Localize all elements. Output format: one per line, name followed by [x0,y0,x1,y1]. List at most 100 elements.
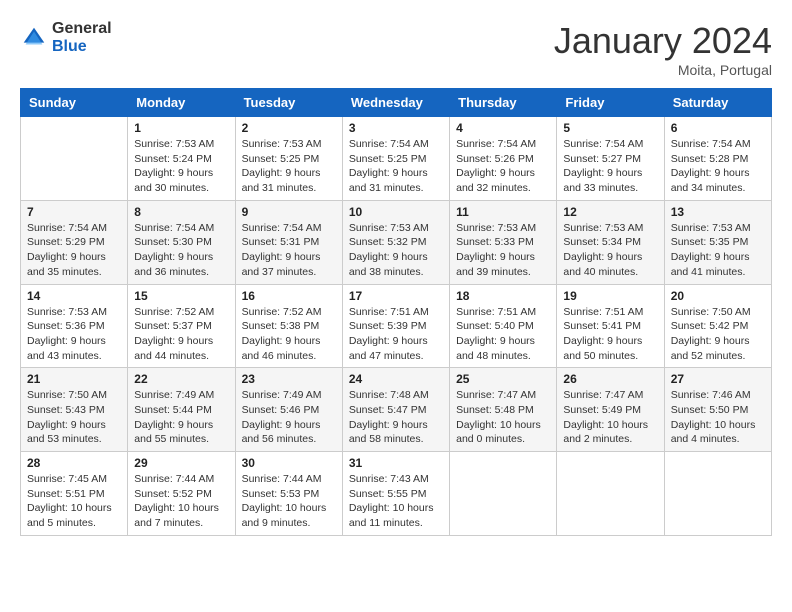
column-header-sunday: Sunday [21,89,128,117]
day-number: 31 [349,456,443,470]
day-number: 25 [456,372,550,386]
day-number: 24 [349,372,443,386]
day-number: 3 [349,121,443,135]
day-number: 22 [134,372,228,386]
day-number: 16 [242,289,336,303]
day-info: Sunrise: 7:48 AMSunset: 5:47 PMDaylight:… [349,388,443,447]
calendar-week-row: 28 Sunrise: 7:45 AMSunset: 5:51 PMDayligh… [21,452,772,536]
calendar-cell: 29Sunrise: 7:44 AMSunset: 5:52 PMDayligh… [128,452,235,536]
calendar-cell: 9 Sunrise: 7:54 AMSunset: 5:31 PMDaylight… [235,200,342,284]
day-info: Sunrise: 7:47 AMSunset: 5:49 PMDaylight:… [563,388,657,447]
calendar-cell: 24 Sunrise: 7:48 AMSunset: 5:47 PMDayligh… [342,368,449,452]
day-info: Sunrise: 7:44 AMSunset: 5:52 PMDaylight:… [134,472,228,531]
day-info: Sunrise: 7:43 AMSunset: 5:55 PMDaylight:… [349,472,443,531]
calendar-week-row: 14 Sunrise: 7:53 AMSunset: 5:36 PMDayligh… [21,284,772,368]
calendar-cell: 26Sunrise: 7:47 AMSunset: 5:49 PMDayligh… [557,368,664,452]
day-info: Sunrise: 7:51 AMSunset: 5:39 PMDaylight:… [349,305,443,364]
day-info: Sunrise: 7:54 AMSunset: 5:26 PMDaylight:… [456,137,550,196]
calendar-cell: 5 Sunrise: 7:54 AMSunset: 5:27 PMDaylight… [557,117,664,201]
day-info: Sunrise: 7:51 AMSunset: 5:41 PMDaylight:… [563,305,657,364]
day-info: Sunrise: 7:50 AMSunset: 5:42 PMDaylight:… [671,305,765,364]
day-info: Sunrise: 7:52 AMSunset: 5:38 PMDaylight:… [242,305,336,364]
day-info: Sunrise: 7:54 AMSunset: 5:25 PMDaylight:… [349,137,443,196]
calendar-cell: 10Sunrise: 7:53 AMSunset: 5:32 PMDayligh… [342,200,449,284]
day-number: 23 [242,372,336,386]
calendar-cell: 28 Sunrise: 7:45 AMSunset: 5:51 PMDayligh… [21,452,128,536]
calendar-week-row: 21 Sunrise: 7:50 AMSunset: 5:43 PMDayligh… [21,368,772,452]
day-number: 11 [456,205,550,219]
column-header-monday: Monday [128,89,235,117]
calendar-week-row: 1Sunrise: 7:53 AMSunset: 5:24 PMDaylight… [21,117,772,201]
day-info: Sunrise: 7:54 AMSunset: 5:31 PMDaylight:… [242,221,336,280]
day-info: Sunrise: 7:45 AMSunset: 5:51 PMDaylight:… [27,472,121,531]
day-number: 2 [242,121,336,135]
day-info: Sunrise: 7:46 AMSunset: 5:50 PMDaylight:… [671,388,765,447]
page-header: General Blue January 2024 Moita, Portuga… [20,20,772,78]
calendar-cell: 17 Sunrise: 7:51 AMSunset: 5:39 PMDayligh… [342,284,449,368]
logo: General Blue [20,20,112,55]
calendar-cell: 25 Sunrise: 7:47 AMSunset: 5:48 PMDayligh… [450,368,557,452]
day-number: 19 [563,289,657,303]
day-number: 10 [349,205,443,219]
calendar-cell: 12 Sunrise: 7:53 AMSunset: 5:34 PMDayligh… [557,200,664,284]
day-number: 17 [349,289,443,303]
calendar-cell [21,117,128,201]
day-number: 4 [456,121,550,135]
day-number: 21 [27,372,121,386]
header-row: SundayMondayTuesdayWednesdayThursdayFrid… [21,89,772,117]
column-header-wednesday: Wednesday [342,89,449,117]
day-number: 5 [563,121,657,135]
calendar-cell: 13 Sunrise: 7:53 AMSunset: 5:35 PMDayligh… [664,200,771,284]
day-info: Sunrise: 7:53 AMSunset: 5:36 PMDaylight:… [27,305,121,364]
day-info: Sunrise: 7:54 AMSunset: 5:30 PMDaylight:… [134,221,228,280]
calendar-table: SundayMondayTuesdayWednesdayThursdayFrid… [20,88,772,536]
day-number: 30 [242,456,336,470]
day-number: 13 [671,205,765,219]
day-number: 27 [671,372,765,386]
day-info: Sunrise: 7:47 AMSunset: 5:48 PMDaylight:… [456,388,550,447]
day-number: 9 [242,205,336,219]
day-info: Sunrise: 7:50 AMSunset: 5:43 PMDaylight:… [27,388,121,447]
calendar-cell: 15Sunrise: 7:52 AMSunset: 5:37 PMDayligh… [128,284,235,368]
calendar-cell: 14 Sunrise: 7:53 AMSunset: 5:36 PMDayligh… [21,284,128,368]
calendar-cell: 6Sunrise: 7:54 AMSunset: 5:28 PMDaylight… [664,117,771,201]
day-number: 8 [134,205,228,219]
month-title: January 2024 [554,20,772,62]
calendar-cell [557,452,664,536]
day-info: Sunrise: 7:49 AMSunset: 5:44 PMDaylight:… [134,388,228,447]
calendar-cell: 1Sunrise: 7:53 AMSunset: 5:24 PMDaylight… [128,117,235,201]
day-info: Sunrise: 7:54 AMSunset: 5:27 PMDaylight:… [563,137,657,196]
day-info: Sunrise: 7:44 AMSunset: 5:53 PMDaylight:… [242,472,336,531]
column-header-thursday: Thursday [450,89,557,117]
column-header-tuesday: Tuesday [235,89,342,117]
day-number: 12 [563,205,657,219]
day-info: Sunrise: 7:53 AMSunset: 5:33 PMDaylight:… [456,221,550,280]
calendar-cell: 4 Sunrise: 7:54 AMSunset: 5:26 PMDaylight… [450,117,557,201]
day-info: Sunrise: 7:54 AMSunset: 5:29 PMDaylight:… [27,221,121,280]
day-number: 20 [671,289,765,303]
calendar-cell: 3 Sunrise: 7:54 AMSunset: 5:25 PMDaylight… [342,117,449,201]
day-info: Sunrise: 7:52 AMSunset: 5:37 PMDaylight:… [134,305,228,364]
calendar-week-row: 7 Sunrise: 7:54 AMSunset: 5:29 PMDaylight… [21,200,772,284]
day-info: Sunrise: 7:51 AMSunset: 5:40 PMDaylight:… [456,305,550,364]
calendar-cell: 20 Sunrise: 7:50 AMSunset: 5:42 PMDayligh… [664,284,771,368]
day-info: Sunrise: 7:54 AMSunset: 5:28 PMDaylight:… [671,137,765,196]
day-number: 7 [27,205,121,219]
column-header-saturday: Saturday [664,89,771,117]
day-number: 1 [134,121,228,135]
calendar-cell: 23Sunrise: 7:49 AMSunset: 5:46 PMDayligh… [235,368,342,452]
calendar-cell: 8 Sunrise: 7:54 AMSunset: 5:30 PMDaylight… [128,200,235,284]
day-number: 28 [27,456,121,470]
day-info: Sunrise: 7:53 AMSunset: 5:34 PMDaylight:… [563,221,657,280]
calendar-cell: 30 Sunrise: 7:44 AMSunset: 5:53 PMDayligh… [235,452,342,536]
calendar-cell: 19 Sunrise: 7:51 AMSunset: 5:41 PMDayligh… [557,284,664,368]
calendar-cell [664,452,771,536]
calendar-cell: 7 Sunrise: 7:54 AMSunset: 5:29 PMDaylight… [21,200,128,284]
day-info: Sunrise: 7:53 AMSunset: 5:25 PMDaylight:… [242,137,336,196]
logo-icon [20,24,48,52]
day-number: 18 [456,289,550,303]
day-number: 14 [27,289,121,303]
calendar-cell: 22 Sunrise: 7:49 AMSunset: 5:44 PMDayligh… [128,368,235,452]
day-info: Sunrise: 7:53 AMSunset: 5:35 PMDaylight:… [671,221,765,280]
calendar-cell: 2 Sunrise: 7:53 AMSunset: 5:25 PMDaylight… [235,117,342,201]
